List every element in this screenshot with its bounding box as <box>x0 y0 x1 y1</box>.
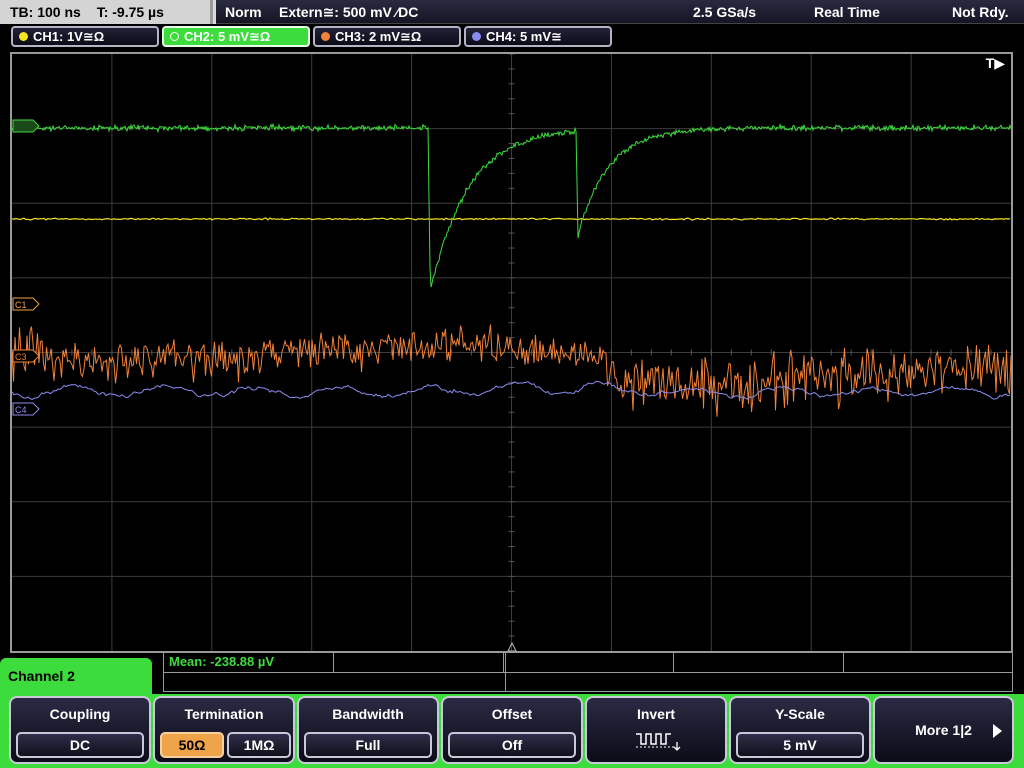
timebase-label: TB: 100 ns <box>10 4 81 20</box>
trigger-source: Extern≅: 500 mV ⁄DC <box>279 4 419 20</box>
channel-tab-ch2[interactable]: CH2: 5 mV≅Ω <box>162 26 310 47</box>
trigger-level-icon[interactable]: T▶ <box>986 55 1005 72</box>
sample-rate: 2.5 GSa/s <box>693 4 757 20</box>
waveform-canvas: C1 C3 C4 <box>12 54 1011 651</box>
bandwidth-value[interactable]: Full <box>304 732 432 758</box>
measurement-panel[interactable]: Mean: -238.88 µV <box>163 652 1013 692</box>
termination-50ohm-option[interactable]: 50Ω <box>160 732 224 758</box>
more-label: More 1|2 <box>915 722 972 738</box>
coupling-title: Coupling <box>49 706 111 722</box>
channel-menu-title: Channel 2 <box>0 658 152 698</box>
coupling-value[interactable]: DC <box>16 732 144 758</box>
ch1-ground-marker[interactable]: C1 <box>12 297 40 311</box>
ch2-label: CH2: 5 mV≅Ω <box>184 29 271 44</box>
yscale-softkey[interactable]: Y-Scale 5 mV <box>729 696 871 764</box>
ch1-marker-label: C1 <box>15 300 27 310</box>
acquisition-mode: Real Time <box>814 4 880 20</box>
ch1-label: CH1: 1V≅Ω <box>33 29 105 44</box>
bandwidth-title: Bandwidth <box>332 706 404 722</box>
timebase-box[interactable]: TB: 100 ns T: -9.75 µs <box>0 0 213 24</box>
trigger-mode: Norm <box>225 4 262 20</box>
softkey-bar: Coupling DC Termination 50Ω 1MΩ Bandwidt… <box>0 694 1024 768</box>
termination-title: Termination <box>184 706 264 722</box>
ch4-label: CH4: 5 mV≅ <box>486 29 562 44</box>
trigger-status[interactable]: Norm Extern≅: 500 mV ⁄DC 2.5 GSa/s Real … <box>216 0 1024 24</box>
offset-softkey[interactable]: Offset Off <box>441 696 583 764</box>
next-page-icon <box>993 724 1002 738</box>
offset-value[interactable]: Off <box>448 732 576 758</box>
meas-cell-4 <box>674 653 844 673</box>
ch3-marker-label: C3 <box>15 352 27 362</box>
ch3-color-dot <box>321 32 330 41</box>
ch2-color-dot <box>170 32 179 41</box>
meas-cell-3 <box>504 653 674 673</box>
termination-1mohm-option[interactable]: 1MΩ <box>227 732 291 758</box>
ch3-label: CH3: 2 mV≅Ω <box>335 29 422 44</box>
ch3-ground-marker[interactable]: C3 <box>12 349 40 363</box>
yscale-value[interactable]: 5 mV <box>736 732 864 758</box>
more-softkey[interactable]: More 1|2 <box>873 696 1014 764</box>
channel-tab-ch3[interactable]: CH3: 2 mV≅Ω <box>313 26 461 47</box>
acquisition-state: Not Rdy. <box>952 4 1009 20</box>
termination-softkey[interactable]: Termination 50Ω 1MΩ <box>153 696 295 764</box>
mean-measurement: Mean: -238.88 µV <box>169 654 275 669</box>
status-bar: TB: 100 ns T: -9.75 µs Norm Extern≅: 500… <box>0 0 1024 24</box>
ch4-color-dot <box>472 32 481 41</box>
meas-divider <box>505 653 506 691</box>
invert-softkey[interactable]: Invert <box>585 696 727 764</box>
graticule <box>12 54 1011 651</box>
menu-title-label: Channel 2 <box>8 668 75 684</box>
waveform-display[interactable]: C1 C3 C4 T▶ <box>10 52 1013 653</box>
offset-title: Offset <box>491 706 533 722</box>
channel-tab-ch1[interactable]: CH1: 1V≅Ω <box>11 26 159 47</box>
ch4-marker-label: C4 <box>15 405 27 415</box>
meas-cell-2 <box>334 653 504 673</box>
yscale-title: Y-Scale <box>775 706 825 722</box>
invert-title: Invert <box>636 706 676 722</box>
channel-tabs: CH1: 1V≅Ω CH2: 5 mV≅Ω CH3: 2 mV≅Ω CH4: 5… <box>0 26 1024 48</box>
invert-waveform-icon <box>636 733 681 751</box>
bandwidth-softkey[interactable]: Bandwidth Full <box>297 696 439 764</box>
ch2-ground-marker[interactable] <box>12 119 40 133</box>
channel-tab-ch4[interactable]: CH4: 5 mV≅ <box>464 26 612 47</box>
meas-cell-5 <box>844 653 1012 673</box>
trigger-time-label: T: -9.75 µs <box>96 4 164 20</box>
ch4-ground-marker[interactable]: C4 <box>12 402 40 416</box>
ch1-color-dot <box>19 32 28 41</box>
coupling-softkey[interactable]: Coupling DC <box>9 696 151 764</box>
